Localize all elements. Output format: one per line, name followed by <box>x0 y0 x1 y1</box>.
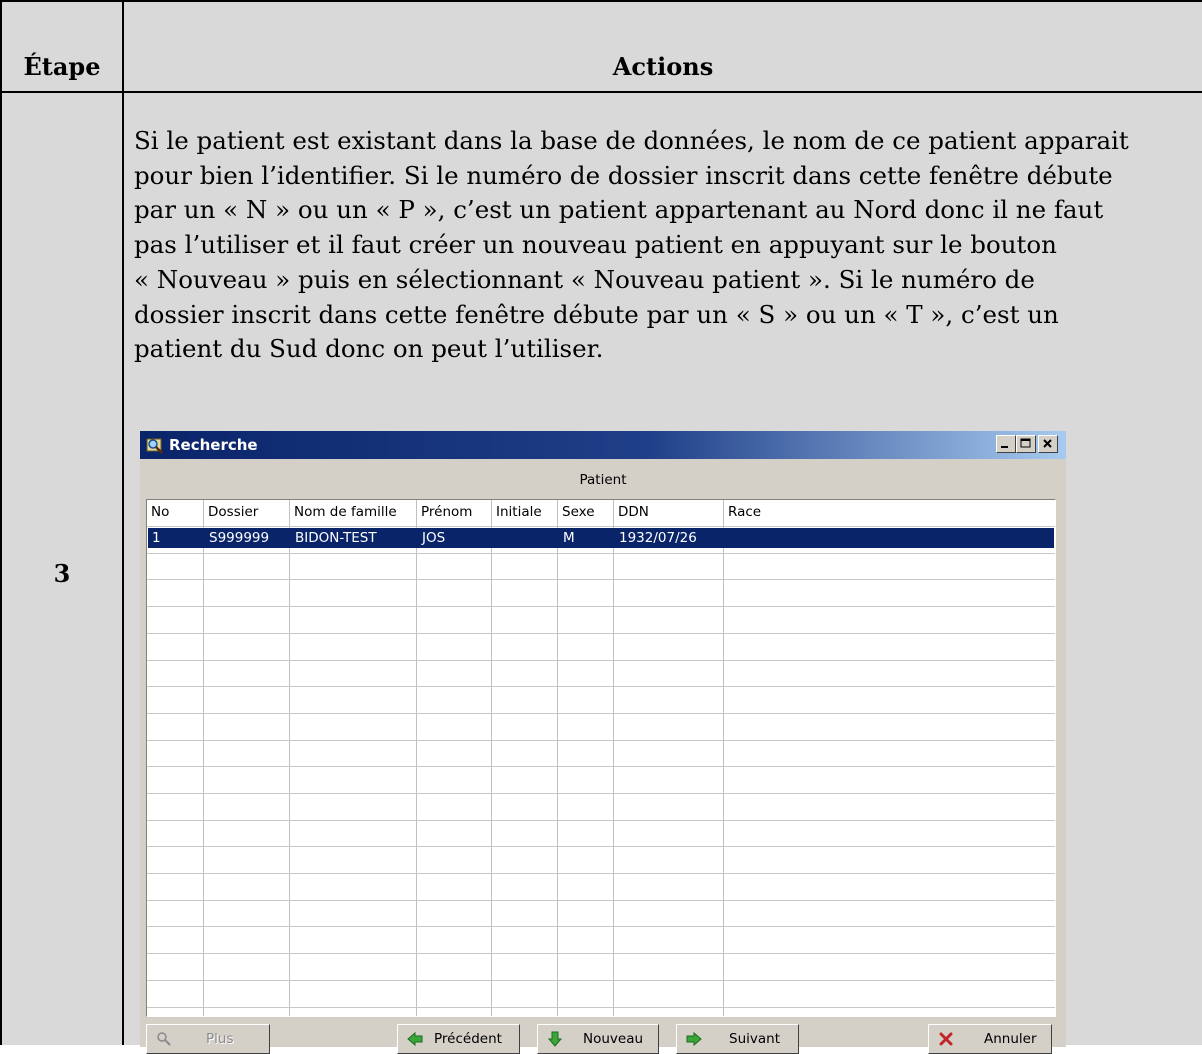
grid-row-line <box>147 793 1055 794</box>
grid-row-line <box>147 926 1055 927</box>
grid-row-line <box>147 953 1055 954</box>
grid-row-line <box>147 686 1055 687</box>
cell-no[interactable]: 1 <box>147 528 203 548</box>
column-header-sexe[interactable]: Sexe <box>558 502 614 522</box>
table-border-middle <box>122 0 124 1045</box>
grid-row-line <box>147 660 1055 661</box>
column-header-race[interactable]: Race <box>724 502 1054 522</box>
header-actions: Actions <box>612 52 714 81</box>
paragraph-line: par un « N » ou un « P », c’est un patie… <box>134 195 1104 225</box>
grid-column-line <box>613 500 614 1016</box>
column-header-nom-de-famille[interactable]: Nom de famille <box>290 502 417 522</box>
grid-row-line <box>147 846 1055 847</box>
column-header-no[interactable]: No <box>147 502 203 522</box>
paragraph-line: « Nouveau » puis en sélectionnant « Nouv… <box>134 264 1035 294</box>
cell-nom-de-famille[interactable]: BIDON-TEST <box>290 528 417 548</box>
cell-initiale[interactable] <box>492 528 558 548</box>
header-step: Étape <box>23 52 101 81</box>
cell-ddn[interactable]: 1932/07/26 <box>614 528 724 548</box>
grid-row-line <box>147 740 1055 741</box>
title-bar[interactable]: Recherche <box>140 431 1066 459</box>
grid-row-line <box>147 766 1055 767</box>
grid-row-line <box>147 579 1055 580</box>
grid-row-line <box>147 820 1055 821</box>
annuler-button[interactable]: Annuler <box>928 1024 1052 1054</box>
grid-row-line <box>147 526 1055 527</box>
step-number: 3 <box>53 559 71 588</box>
grid-row-line <box>147 633 1055 634</box>
grid-row-line <box>147 980 1055 981</box>
close-icon <box>1043 439 1052 448</box>
grid-row-line <box>147 553 1055 554</box>
grid-column-line <box>491 500 492 1016</box>
grid-row-line <box>147 873 1055 874</box>
precedent-button[interactable]: Précédent <box>397 1024 520 1054</box>
instruction-paragraph: Si le patient est existant dans la base … <box>134 124 1194 367</box>
paragraph-line: pas l’utiliser et il faut créer un nouve… <box>134 230 1057 260</box>
cell-sexe[interactable]: M <box>558 528 614 548</box>
grid-column-line <box>557 500 558 1016</box>
grid-row-line <box>147 713 1055 714</box>
cell-race[interactable] <box>724 528 1054 548</box>
close-button[interactable] <box>1038 435 1058 453</box>
grid-row-line <box>147 606 1055 607</box>
maximize-icon <box>1020 438 1031 448</box>
table-border-left <box>0 0 2 1045</box>
column-header-prenom[interactable]: Prénom <box>417 502 492 522</box>
minimize-icon <box>1001 446 1008 448</box>
column-header-dossier[interactable]: Dossier <box>204 502 290 522</box>
paragraph-line: patient du Sud donc on peut l’utiliser. <box>134 334 604 364</box>
dialog-title: Recherche <box>169 436 258 454</box>
paragraph-line: dossier inscrit dans cette fenêtre début… <box>134 299 1059 329</box>
column-header-ddn[interactable]: DDN <box>614 502 724 522</box>
suivant-button[interactable]: Suivant <box>676 1024 799 1054</box>
column-header-initiale[interactable]: Initiale <box>492 502 558 522</box>
grid-column-line <box>289 500 290 1016</box>
minimize-button[interactable] <box>996 435 1016 453</box>
table-border-top <box>0 0 1202 2</box>
patient-results-grid[interactable]: No Dossier Nom de famille Prénom Initial… <box>146 499 1056 1017</box>
cell-prenom[interactable]: JOS <box>417 528 492 548</box>
maximize-button[interactable] <box>1016 435 1036 453</box>
grid-column-line <box>203 500 204 1016</box>
grid-column-line <box>416 500 417 1016</box>
grid-row-line <box>147 900 1055 901</box>
plus-button[interactable]: Plus <box>146 1024 270 1054</box>
nouveau-button[interactable]: Nouveau <box>537 1024 659 1054</box>
group-label-patient: Patient <box>579 472 627 488</box>
grid-row-line <box>147 1007 1055 1008</box>
table-border-header <box>0 91 1202 93</box>
recherche-dialog: Recherche Patient No Dossier Nom de fami… <box>140 431 1066 1054</box>
paragraph-line: pour bien l’identifier. Si le numéro de … <box>134 160 1113 190</box>
cell-dossier[interactable]: S999999 <box>204 528 290 548</box>
grid-column-line <box>723 500 724 1016</box>
search-patient-icon <box>146 438 163 454</box>
paragraph-line: Si le patient est existant dans la base … <box>134 126 1129 155</box>
